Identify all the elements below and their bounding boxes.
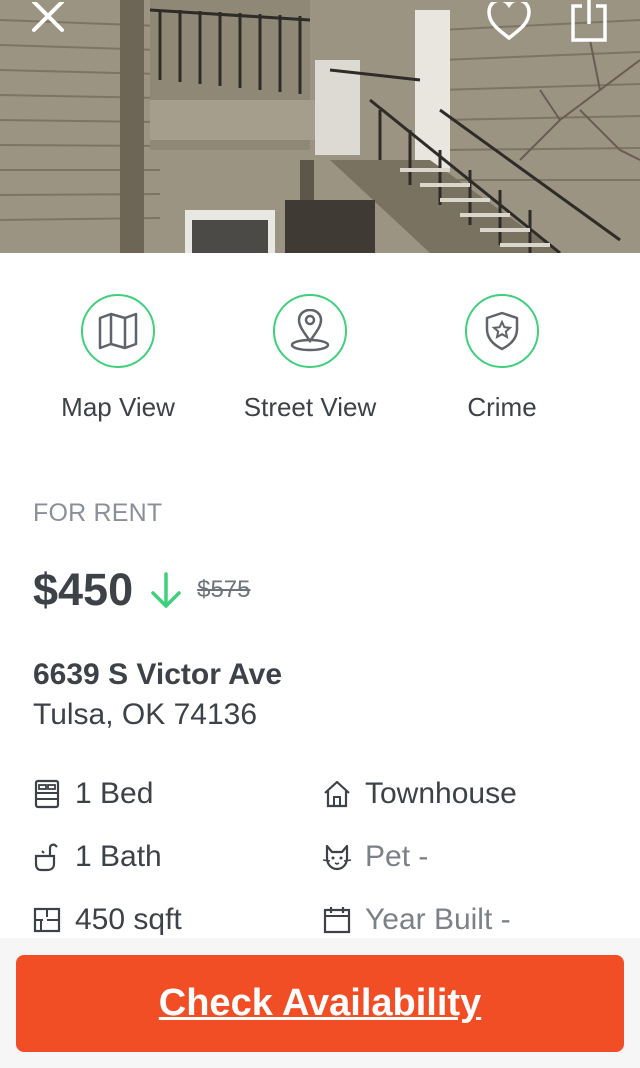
crime-circle bbox=[465, 294, 539, 368]
map-view-label: Map View bbox=[61, 392, 175, 422]
fact-year-built: Year Built - bbox=[321, 900, 511, 940]
location-pin-icon bbox=[290, 309, 330, 352]
fact-baths-label: 1 Bath bbox=[75, 840, 162, 873]
fact-beds: 1 Bed bbox=[31, 774, 153, 814]
share-icon bbox=[571, 0, 607, 42]
quick-actions: Map View Street View Crime bbox=[0, 294, 640, 434]
previous-price: $575 bbox=[197, 576, 251, 603]
close-button[interactable] bbox=[24, 0, 72, 44]
bathtub-icon bbox=[31, 841, 63, 873]
floorplan-icon bbox=[31, 904, 63, 936]
building-photo-illustration bbox=[0, 0, 640, 253]
map-view-button[interactable]: Map View bbox=[23, 294, 213, 423]
fact-pets: Pet - bbox=[321, 837, 428, 877]
fact-year-built-label: Year Built - bbox=[365, 903, 511, 936]
arrow-down-icon bbox=[151, 572, 181, 608]
crime-button[interactable]: Crime bbox=[407, 294, 597, 423]
fact-type: Townhouse bbox=[321, 774, 517, 814]
fact-pets-label: Pet - bbox=[365, 840, 429, 873]
bed-icon bbox=[31, 778, 63, 810]
calendar-icon bbox=[321, 904, 353, 936]
fact-type-label: Townhouse bbox=[365, 777, 517, 810]
house-icon bbox=[321, 778, 353, 810]
fact-size: 450 sqft bbox=[31, 900, 182, 940]
shield-star-icon bbox=[485, 311, 519, 351]
check-availability-button[interactable]: Check Availability bbox=[16, 955, 624, 1052]
street-view-button[interactable]: Street View bbox=[215, 294, 405, 423]
fact-size-label: 450 sqft bbox=[75, 903, 182, 936]
check-availability-label: Check Availability bbox=[158, 982, 482, 1024]
map-view-circle bbox=[81, 294, 155, 368]
fact-baths: 1 Bath bbox=[31, 837, 162, 877]
fact-beds-label: 1 Bed bbox=[75, 777, 154, 810]
favorite-button[interactable] bbox=[485, 0, 533, 44]
street-address: 6639 S Victor Ave bbox=[33, 658, 283, 691]
street-view-circle bbox=[273, 294, 347, 368]
listing-photo[interactable] bbox=[0, 0, 640, 253]
heart-icon bbox=[487, 2, 531, 41]
cat-icon bbox=[321, 841, 353, 873]
street-view-label: Street View bbox=[243, 392, 377, 422]
map-icon bbox=[98, 312, 138, 350]
price-row: $450 $575 bbox=[33, 562, 251, 618]
share-button[interactable] bbox=[565, 0, 613, 44]
crime-label: Crime bbox=[467, 392, 537, 422]
listing-status: FOR RENT bbox=[33, 499, 163, 527]
city-state-zip: Tulsa, OK 74136 bbox=[33, 698, 258, 731]
close-icon bbox=[32, 2, 64, 32]
current-price: $450 bbox=[33, 564, 134, 615]
